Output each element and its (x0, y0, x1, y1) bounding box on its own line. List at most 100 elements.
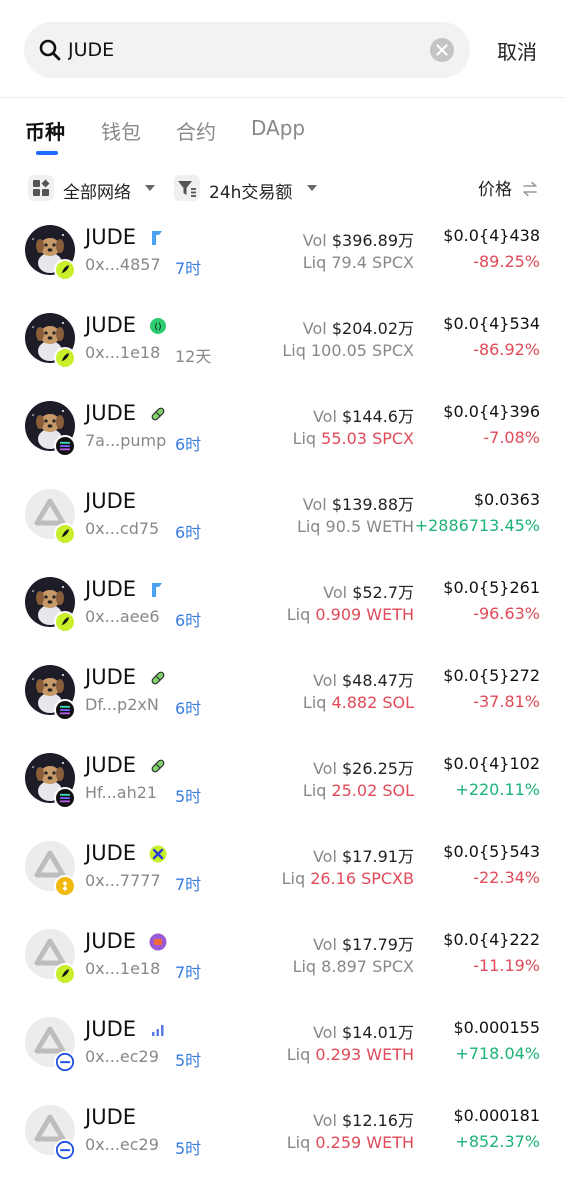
token-name: JUDE (85, 577, 137, 601)
token-name: JUDE (85, 313, 137, 337)
token-liquidity: Liq 0.259 WETH (287, 1133, 414, 1152)
token-liquidity: Liq 26.16 SPCXB (282, 869, 414, 888)
token-name: JUDE (85, 489, 137, 513)
vol-value: $12.16万 (342, 1111, 414, 1130)
token-liquidity: Liq 55.03 SPCX (293, 429, 414, 448)
vol-value: $52.7万 (352, 583, 414, 602)
flag-icon (149, 581, 167, 599)
liq-value: 4.882 SOL (331, 693, 414, 712)
clear-icon[interactable] (430, 38, 454, 62)
token-price: $0.0{5}543 (443, 842, 540, 861)
token-change: -89.25% (473, 252, 540, 271)
token-price: $0.0{4}396 (443, 402, 540, 421)
liq-value: 25.02 SOL (331, 781, 414, 800)
token-change: -22.34% (473, 868, 540, 887)
token-address[interactable]: 0x...ec29 (85, 1047, 159, 1066)
x-badge-icon (149, 845, 167, 863)
token-change: -11.19% (473, 956, 540, 975)
token-name: JUDE (85, 1017, 137, 1041)
vol-value: $14.01万 (342, 1023, 414, 1042)
token-address[interactable]: 0x...1e18 (85, 343, 160, 362)
signal-bars-icon (149, 1021, 167, 1039)
liq-label: Liq (292, 957, 317, 976)
token-price: $0.0{4}222 (443, 930, 540, 949)
base-chain-icon (54, 1051, 76, 1073)
liq-label: Liq (292, 429, 317, 448)
price-sort-label[interactable]: 价格 (478, 175, 512, 200)
purple-box-icon (149, 933, 167, 951)
vol-value: $396.89万 (331, 231, 414, 250)
green-circle-icon: () (149, 317, 167, 335)
liq-value: 90.5 WETH (325, 517, 414, 536)
search-icon (39, 39, 61, 61)
tab-tokens[interactable]: 币种 (25, 116, 65, 145)
token-name: JUDE (85, 841, 137, 865)
vol-value: $17.91万 (342, 847, 414, 866)
token-row[interactable]: JUDE 7a...pump 6时 Vol $144.6万 Liq 55.03 … (0, 391, 565, 479)
spcx-chain-icon (54, 611, 76, 633)
vol-label: Vol (312, 671, 337, 690)
token-row[interactable]: JUDE 0x...ec29 5时 Vol $14.01万 Liq 0.293 … (0, 1007, 565, 1095)
token-volume: Vol $139.88万 (303, 491, 414, 515)
liq-label: Liq (286, 1133, 311, 1152)
token-address[interactable]: Df...p2xN (85, 695, 159, 714)
token-change: -86.92% (473, 340, 540, 359)
token-volume: Vol $204.02万 (303, 315, 414, 339)
token-name: JUDE (85, 1105, 137, 1129)
token-price: $0.0{4}534 (443, 314, 540, 333)
pill-icon (149, 669, 167, 687)
tab-contract[interactable]: 合约 (176, 116, 216, 145)
solana-chain-icon (54, 435, 76, 457)
token-address[interactable]: 0x...cd75 (85, 519, 159, 538)
token-name: JUDE (85, 929, 137, 953)
sort-toggle-icon[interactable] (521, 180, 539, 198)
liq-value: 26.16 SPCXB (310, 869, 414, 888)
token-liquidity: Liq 90.5 WETH (297, 517, 414, 536)
liq-label: Liq (302, 253, 327, 272)
network-filter[interactable]: 全部网络 (63, 178, 131, 203)
token-address[interactable]: 0x...ec29 (85, 1135, 159, 1154)
token-row[interactable]: JUDE Df...p2xN 6时 Vol $48.47万 Liq 4.882 … (0, 655, 565, 743)
base-chain-icon (54, 1139, 76, 1161)
vol-label: Vol (302, 495, 327, 514)
cancel-button[interactable]: 取消 (497, 36, 537, 65)
tab-wallet[interactable]: 钱包 (101, 116, 141, 145)
vol-label: Vol (312, 1023, 337, 1042)
token-volume: Vol $48.47万 (313, 667, 414, 691)
token-address[interactable]: 0x...aee6 (85, 607, 160, 626)
sort-filter[interactable]: 24h交易额 (209, 178, 292, 203)
spcx-chain-icon (54, 963, 76, 985)
token-row[interactable]: JUDE 0x...1e18 7时 Vol $17.79万 Liq 8.897 … (0, 919, 565, 1007)
token-row[interactable]: JUDE () 0x...1e18 12天 Vol $204.02万 Liq 1… (0, 303, 565, 391)
token-volume: Vol $52.7万 (323, 579, 414, 603)
chevron-down-icon (145, 185, 155, 191)
chevron-down-icon (307, 185, 317, 191)
search-input[interactable] (68, 36, 408, 64)
token-address[interactable]: 7a...pump (85, 431, 166, 450)
token-row[interactable]: JUDE Hf...ah21 5时 Vol $26.25万 Liq 25.02 … (0, 743, 565, 831)
search-box[interactable] (24, 22, 470, 78)
solana-chain-icon (54, 699, 76, 721)
token-row[interactable]: JUDE 0x...7777 7时 Vol $17.91万 Liq 26.16 … (0, 831, 565, 919)
token-address[interactable]: 0x...4857 (85, 255, 161, 274)
token-address[interactable]: 0x...7777 (85, 871, 161, 890)
token-row[interactable]: JUDE 0x...ec29 5时 Vol $12.16万 Liq 0.259 … (0, 1095, 565, 1183)
token-age: 12天 (175, 347, 212, 366)
token-liquidity: Liq 25.02 SOL (303, 781, 414, 800)
token-change: -7.08% (483, 428, 540, 447)
token-address[interactable]: 0x...1e18 (85, 959, 160, 978)
token-change: +852.37% (455, 1132, 540, 1151)
token-row[interactable]: JUDE 0x...4857 7时 Vol $396.89万 Liq 79.4 … (0, 215, 565, 303)
token-row[interactable]: JUDE 0x...aee6 6时 Vol $52.7万 Liq 0.909 W… (0, 567, 565, 655)
vol-label: Vol (312, 759, 337, 778)
filter-icon (174, 175, 200, 201)
token-volume: Vol $396.89万 (303, 227, 414, 251)
tab-dapp[interactable]: DApp (251, 116, 305, 140)
token-price: $0.000181 (453, 1106, 540, 1125)
token-age: 5时 (175, 1139, 202, 1158)
token-row[interactable]: JUDE 0x...cd75 6时 Vol $139.88万 Liq 90.5 … (0, 479, 565, 567)
token-age: 7时 (175, 963, 202, 982)
liq-value: 0.293 WETH (315, 1045, 414, 1064)
token-address[interactable]: Hf...ah21 (85, 783, 157, 802)
token-price: $0.0{5}272 (443, 666, 540, 685)
